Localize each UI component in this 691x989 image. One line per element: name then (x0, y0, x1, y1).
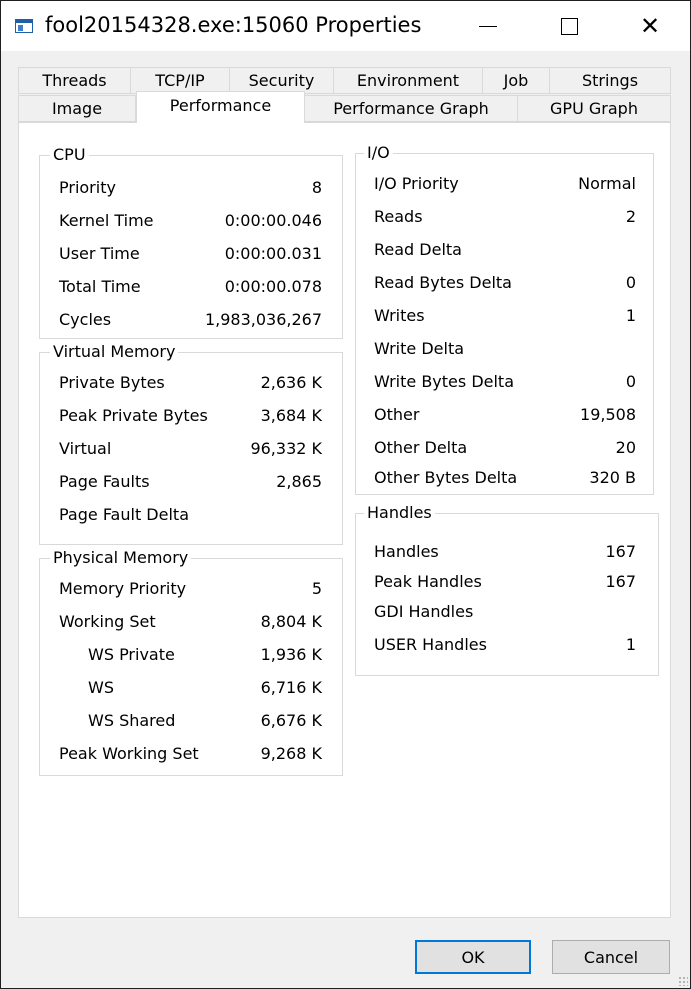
cpu-user-time-value: 0:00:00.031 (224, 244, 322, 263)
other-delta-value: 20 (615, 438, 636, 457)
cpu-kernel-time-label: Kernel Time (59, 211, 154, 230)
close-icon: ✕ (639, 12, 661, 40)
tab-performance-graph[interactable]: Performance Graph (304, 95, 518, 122)
minimize-icon (479, 25, 497, 27)
private-bytes-label: Private Bytes (59, 373, 165, 392)
maximize-icon (560, 17, 578, 35)
tab-security[interactable]: Security (229, 67, 334, 94)
cpu-group-title: CPU (50, 145, 89, 165)
private-bytes-value: 2,636 K (260, 373, 322, 392)
virtual-value: 96,332 K (250, 439, 322, 458)
handles-group: Handles Handles 167 Peak Handles 167 GDI… (355, 503, 659, 676)
title-bar[interactable]: fool20154328.exe:15060 Properties ✕ (1, 1, 690, 51)
tab-performance[interactable]: Performance (136, 91, 305, 123)
io-group: I/O I/O Priority Normal Reads 2 Read Del… (355, 143, 654, 495)
read-bytes-delta-value: 0 (625, 273, 636, 292)
peak-working-set-value: 9,268 K (260, 744, 322, 763)
ok-button[interactable]: OK (415, 940, 531, 974)
tab-environment[interactable]: Environment (333, 67, 483, 94)
page-fault-delta-label: Page Fault Delta (59, 505, 189, 524)
handles-label: Handles (374, 542, 439, 561)
ws-label: WS (88, 678, 114, 697)
write-delta-label: Write Delta (374, 339, 465, 358)
other-value: 19,508 (580, 405, 636, 424)
write-bytes-delta-label: Write Bytes Delta (374, 372, 514, 391)
performance-panel: CPU Priority 8 Kernel Time 0:00:00.046 U… (18, 122, 671, 918)
io-priority-label: I/O Priority (374, 174, 459, 193)
virtual-memory-group-title: Virtual Memory (50, 342, 179, 362)
physical-memory-group-title: Physical Memory (50, 548, 192, 568)
memory-priority-value: 5 (311, 579, 322, 598)
ws-value: 6,716 K (260, 678, 322, 697)
writes-value: 1 (625, 306, 636, 325)
ws-shared-label: WS Shared (88, 711, 176, 730)
working-set-label: Working Set (59, 612, 156, 631)
reads-value: 2 (625, 207, 636, 226)
tab-gpu-graph[interactable]: GPU Graph (517, 95, 671, 122)
user-handles-value: 1 (625, 635, 636, 654)
cpu-cycles-value: 1,983,036,267 (204, 310, 322, 329)
cancel-button[interactable]: Cancel (552, 940, 670, 974)
tab-threads[interactable]: Threads (18, 67, 131, 94)
tab-image[interactable]: Image (18, 95, 136, 122)
virtual-label: Virtual (59, 439, 112, 458)
cpu-priority-value: 8 (311, 178, 322, 197)
tab-strings[interactable]: Strings (549, 67, 671, 94)
properties-window: fool20154328.exe:15060 Properties ✕ Thre… (0, 0, 691, 989)
user-handles-label: USER Handles (374, 635, 487, 654)
cpu-total-time-value: 0:00:00.078 (224, 277, 322, 296)
peak-private-bytes-value: 3,684 K (260, 406, 322, 425)
page-faults-label: Page Faults (59, 472, 150, 491)
cpu-group: CPU Priority 8 Kernel Time 0:00:00.046 U… (39, 145, 343, 339)
minimize-button[interactable] (465, 1, 511, 51)
memory-priority-label: Memory Priority (59, 579, 187, 598)
write-bytes-delta-value: 0 (625, 372, 636, 391)
physical-memory-group: Physical Memory Memory Priority 5 Workin… (39, 548, 343, 776)
page-faults-value: 2,865 (276, 472, 322, 491)
maximize-button[interactable] (546, 1, 592, 51)
working-set-value: 8,804 K (260, 612, 322, 631)
io-priority-value: Normal (578, 174, 636, 193)
reads-label: Reads (374, 207, 423, 226)
handles-value: 167 (605, 542, 636, 561)
close-button[interactable]: ✕ (627, 1, 673, 51)
read-bytes-delta-label: Read Bytes Delta (374, 273, 512, 292)
peak-handles-value: 167 (605, 572, 636, 591)
peak-handles-label: Peak Handles (374, 572, 482, 591)
cpu-user-time-label: User Time (59, 244, 140, 263)
cpu-cycles-label: Cycles (59, 310, 112, 329)
tab-tcpip[interactable]: TCP/IP (130, 67, 230, 94)
ws-private-label: WS Private (88, 645, 175, 664)
virtual-memory-group: Virtual Memory Private Bytes 2,636 K Pea… (39, 342, 343, 545)
other-label: Other (374, 405, 420, 424)
ws-private-value: 1,936 K (260, 645, 322, 664)
cpu-total-time-label: Total Time (59, 277, 141, 296)
cpu-priority-label: Priority (59, 178, 116, 197)
read-delta-label: Read Delta (374, 240, 462, 259)
cpu-kernel-time-value: 0:00:00.046 (224, 211, 322, 230)
io-group-title: I/O (364, 143, 393, 163)
handles-group-title: Handles (364, 503, 435, 523)
other-delta-label: Other Delta (374, 438, 468, 457)
ws-shared-value: 6,676 K (260, 711, 322, 730)
gdi-handles-label: GDI Handles (374, 602, 474, 621)
writes-label: Writes (374, 306, 425, 325)
peak-private-bytes-label: Peak Private Bytes (59, 406, 208, 425)
tab-job[interactable]: Job (482, 67, 550, 94)
window-title: fool20154328.exe:15060 Properties (45, 13, 422, 37)
peak-working-set-label: Peak Working Set (59, 744, 199, 763)
window-app-icon (15, 19, 33, 33)
other-bytes-delta-label: Other Bytes Delta (374, 468, 518, 487)
resize-grip-icon[interactable] (678, 976, 688, 986)
other-bytes-delta-value: 320 B (589, 468, 636, 487)
